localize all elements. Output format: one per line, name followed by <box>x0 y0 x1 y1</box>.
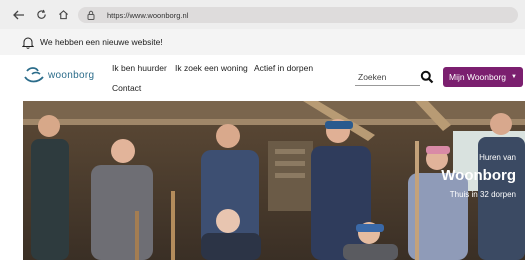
mijn-woonborg-button[interactable]: Mijn Woonborg ▼ <box>443 67 523 87</box>
caret-down-icon: ▼ <box>511 74 517 80</box>
reload-icon[interactable] <box>32 6 50 24</box>
search-input[interactable] <box>355 69 420 86</box>
hero-tagline: Thuis in 32 dorpen <box>449 190 516 199</box>
nav-item-ik-ben-huurder[interactable]: Ik ben huurder <box>112 63 167 73</box>
logo-mark-icon <box>24 67 44 83</box>
bell-icon <box>22 36 34 49</box>
hero-subtitle: Huren van <box>479 153 516 162</box>
hero-banner: Huren van Woonborg Thuis in 32 dorpen <box>23 101 525 260</box>
logo-wordmark: woonborg <box>48 69 95 81</box>
browser-toolbar: https://www.woonborg.nl <box>0 0 525 30</box>
site-header: woonborg Ik ben huurder Ik zoek een woni… <box>0 55 525 100</box>
address-bar[interactable]: https://www.woonborg.nl <box>78 7 518 23</box>
search-icon[interactable] <box>420 70 434 84</box>
back-arrow-icon[interactable] <box>10 6 28 24</box>
nav-item-ik-zoek-een-woning[interactable]: Ik zoek een woning <box>175 63 248 73</box>
nav-item-contact[interactable]: Contact <box>112 83 141 93</box>
hero-title: Woonborg <box>441 167 516 184</box>
mijn-woonborg-label: Mijn Woonborg <box>449 72 507 82</box>
site-logo[interactable]: woonborg <box>24 65 94 85</box>
nav-item-actief-in-dorpen[interactable]: Actief in dorpen <box>254 63 313 73</box>
home-icon[interactable] <box>54 6 72 24</box>
notification-bar: We hebben een nieuwe website! <box>0 29 525 55</box>
notification-text: We hebben een nieuwe website! <box>40 37 163 47</box>
lock-icon <box>87 9 99 21</box>
url-text: https://www.woonborg.nl <box>107 10 189 20</box>
